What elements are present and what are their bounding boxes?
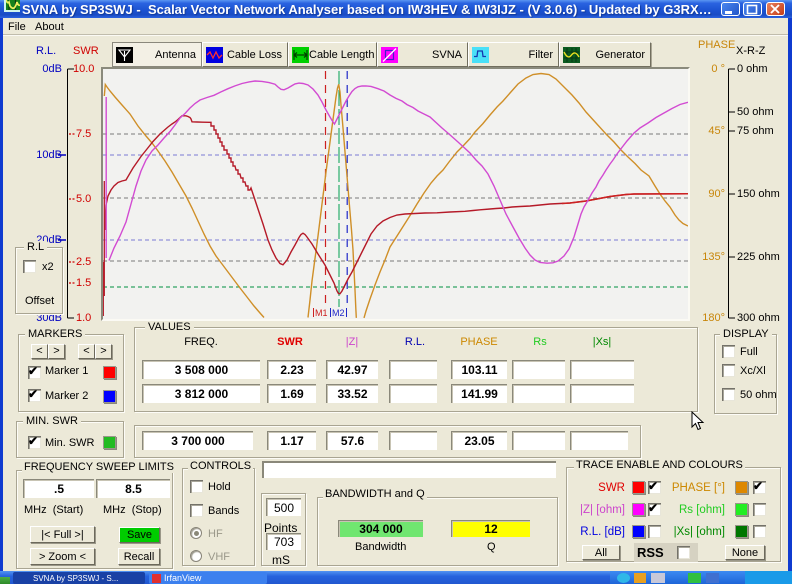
svg-text:M2: M2 [332, 308, 345, 318]
svg-text:M1: M1 [315, 308, 328, 318]
